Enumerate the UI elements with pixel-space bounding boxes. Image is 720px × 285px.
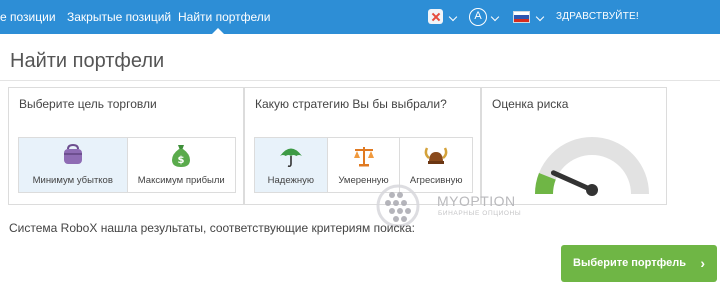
results-message: Система RoboX нашла результаты, соответс… <box>9 221 415 235</box>
option-max-profit[interactable]: $ Максимум прибыли <box>128 138 236 192</box>
watermark-subtitle: БИНАРНЫЕ ОПЦИОНЫ <box>438 210 522 217</box>
chevron-down-icon[interactable] <box>448 12 458 22</box>
svg-text:$: $ <box>178 155 185 166</box>
active-tab-indicator <box>212 28 224 34</box>
choose-portfolio-button[interactable]: Выберите портфель › <box>561 245 717 282</box>
viking-helmet-icon <box>424 147 448 164</box>
top-nav-bar: е позиции Закрытые позиций Найти портфел… <box>0 0 720 34</box>
nav-open-positions[interactable]: е позиции <box>0 0 56 34</box>
watermark-brand: MYOPTION <box>437 193 516 209</box>
language-flag-icon[interactable] <box>513 11 530 23</box>
money-bag-icon: $ <box>172 145 191 167</box>
chevron-down-icon[interactable] <box>490 12 500 22</box>
greeting-text[interactable]: ЗДРАВСТВУЙТЕ! <box>556 0 639 34</box>
risk-gauge <box>535 137 649 196</box>
button-label: Выберите портфель <box>573 257 686 269</box>
strategy-options: Надежную Умеренную Агресивную <box>254 137 473 193</box>
scales-icon <box>353 147 374 167</box>
page-title: Найти портфели <box>10 50 165 72</box>
panel-title: Выберите цель торговли <box>19 97 157 111</box>
divider <box>0 80 720 81</box>
wallet-icon <box>63 144 82 164</box>
option-label: Минимум убытков <box>32 175 113 186</box>
gauge-fill <box>535 173 556 195</box>
avatar[interactable]: A <box>469 8 487 26</box>
gauge-hub <box>586 184 598 196</box>
nav-find-portfolios[interactable]: Найти портфели <box>178 0 271 34</box>
umbrella-icon <box>279 148 302 168</box>
option-min-loss[interactable]: Минимум убытков <box>19 138 128 192</box>
chevron-down-icon[interactable] <box>535 12 545 22</box>
option-reliable[interactable]: Надежную <box>255 138 328 192</box>
gauge-needle <box>550 170 595 193</box>
nav-closed-positions[interactable]: Закрытые позиций <box>67 0 171 34</box>
close-icon[interactable] <box>428 9 443 24</box>
chevron-right-icon: › <box>700 255 705 271</box>
option-label: Максимум прибыли <box>137 175 225 186</box>
panel-title: Какую стратегию Вы бы выбрали? <box>255 97 447 111</box>
goal-options: Минимум убытков $ Максимум прибыли <box>18 137 236 193</box>
risk-panel: Оценка риска <box>481 87 667 205</box>
strategy-panel: Какую стратегию Вы бы выбрали? Надежную … <box>244 87 481 205</box>
panel-title: Оценка риска <box>492 97 569 111</box>
trading-goal-panel: Выберите цель торговли Минимум убытков $… <box>8 87 244 205</box>
option-label: Надежную <box>267 175 314 186</box>
